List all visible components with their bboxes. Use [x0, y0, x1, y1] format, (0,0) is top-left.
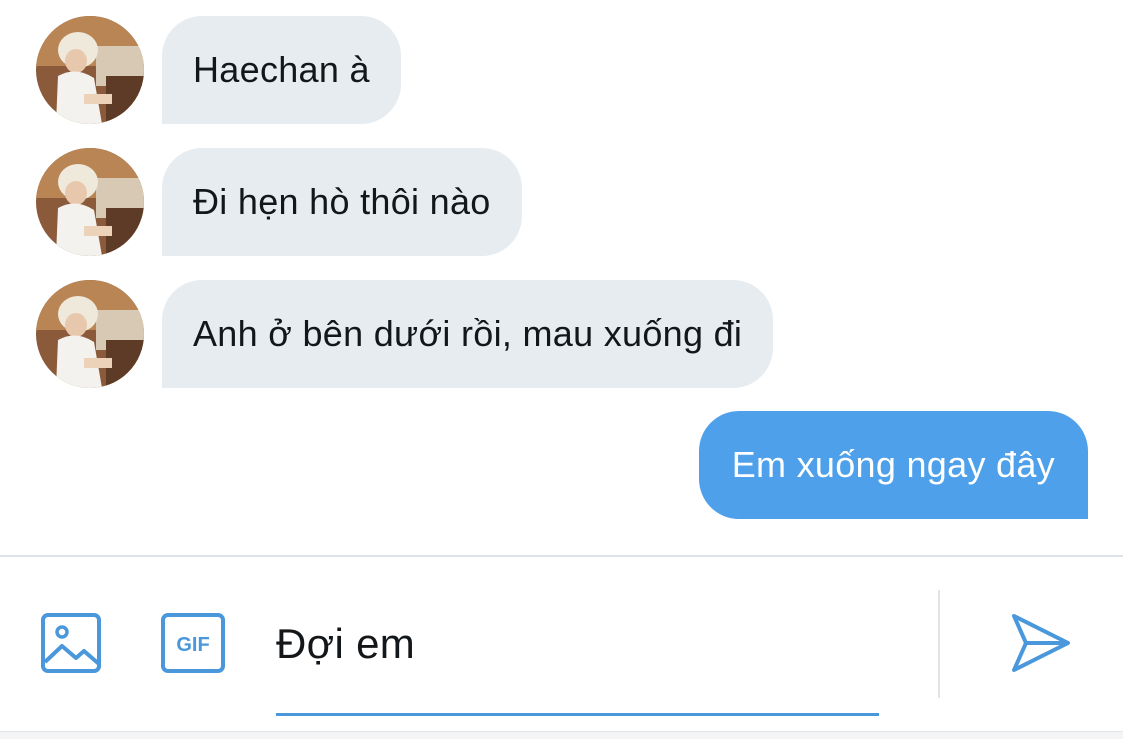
message-input[interactable]: Đợi em [276, 604, 879, 684]
send-icon[interactable] [1008, 612, 1072, 674]
contact-avatar[interactable] [36, 16, 144, 124]
avatar-photo [36, 148, 144, 256]
dm-conversation-screen: Haechan à Đi hẹn hò thôi nào Anh ở bên d… [0, 0, 1123, 739]
input-underline [276, 713, 879, 716]
gif-icon[interactable]: GIF [160, 612, 226, 674]
incoming-message-bubble[interactable]: Đi hẹn hò thôi nào [162, 148, 522, 256]
outgoing-message-bubble[interactable]: Em xuống ngay đây [698, 411, 1088, 519]
send-divider [938, 590, 940, 698]
gif-icon-label: GIF [176, 634, 209, 656]
incoming-message-bubble[interactable]: Anh ở bên dưới rồi, mau xuống đi [162, 280, 774, 388]
image-icon[interactable] [40, 612, 102, 674]
avatar-photo [36, 280, 144, 388]
contact-avatar[interactable] [36, 280, 144, 388]
bottom-bar [0, 731, 1123, 739]
incoming-message-bubble[interactable]: Haechan à [162, 16, 401, 124]
avatar-photo [36, 16, 144, 124]
composer-divider [0, 555, 1123, 557]
contact-avatar[interactable] [36, 148, 144, 256]
